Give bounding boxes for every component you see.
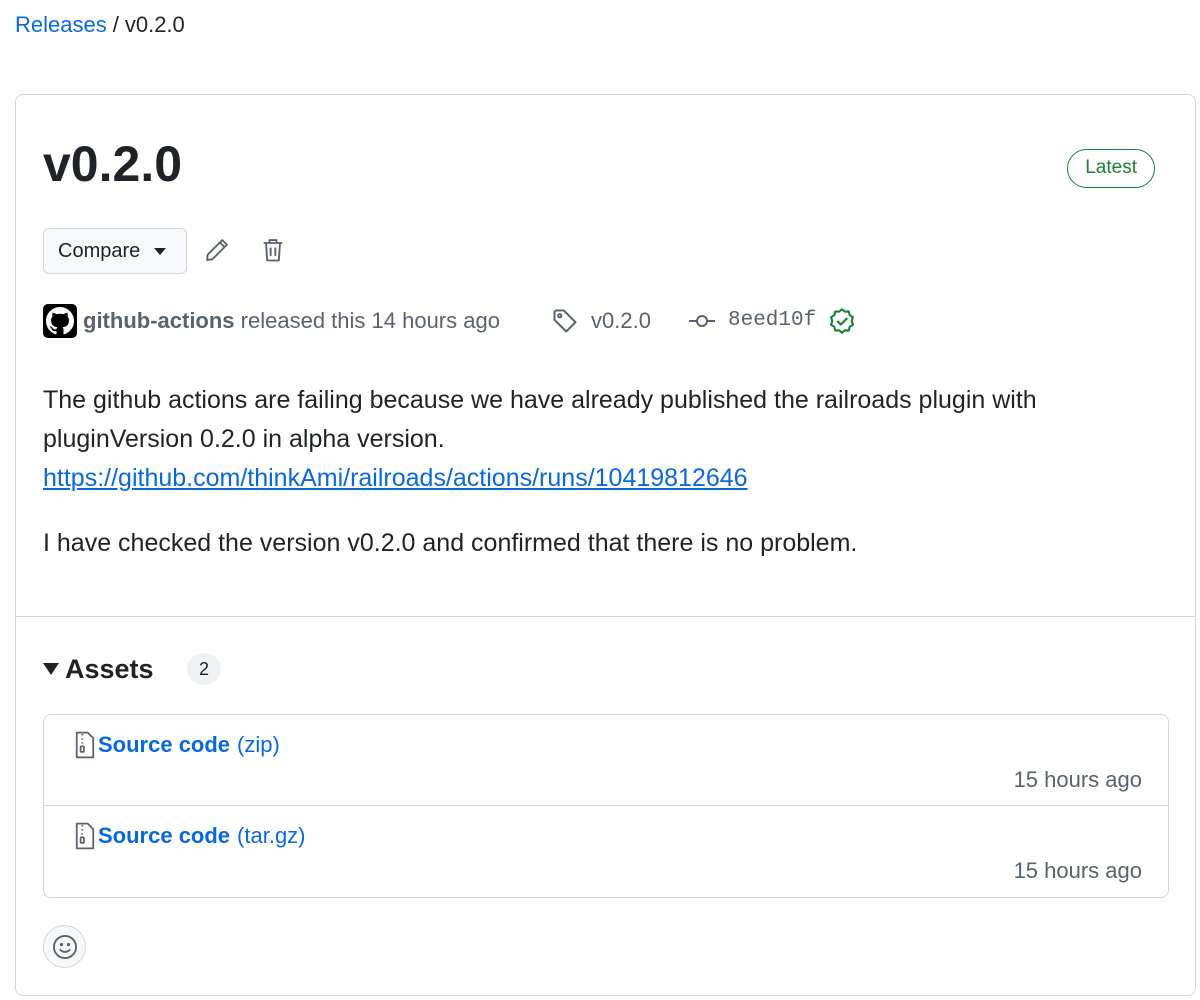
edit-button[interactable] (200, 233, 234, 267)
asset-row: Source code (tar.gz) 15 hours ago (44, 806, 1168, 897)
assets-heading: Assets (65, 653, 154, 684)
actions-run-link[interactable]: https://github.com/thinkAmi/railroads/ac… (43, 464, 748, 492)
release-card: v0.2.0 Latest Compare github-actions rel… (15, 94, 1196, 996)
file-zip-icon (75, 731, 95, 759)
breadcrumb-releases-link[interactable]: Releases (15, 12, 107, 37)
tag-label: v0.2.0 (591, 308, 651, 333)
commit-sha: 8eed10f (728, 309, 817, 332)
asset-ext: (zip) (237, 732, 280, 757)
trash-icon (263, 239, 283, 262)
asset-timestamp: 15 hours ago (1013, 858, 1142, 883)
author-link[interactable]: github-actions (83, 308, 235, 333)
compare-button[interactable]: Compare (43, 228, 187, 274)
release-author: github-actions released this 14 hours ag… (83, 306, 500, 336)
caret-down-icon (154, 247, 167, 255)
asset-timestamp: 15 hours ago (1013, 767, 1142, 792)
tag-icon (553, 309, 577, 333)
git-commit-icon (689, 315, 715, 327)
github-logo-icon (46, 307, 74, 335)
release-notes-text: The github actions are failing because w… (43, 386, 1037, 453)
release-notes-paragraph: The github actions are failing because w… (43, 381, 1163, 498)
file-zip-icon (75, 822, 95, 850)
breadcrumb-separator: / (112, 12, 119, 37)
triangle-down-icon (43, 663, 59, 675)
asset-download-link[interactable]: Source code (tar.gz) (74, 821, 306, 851)
release-meta: github-actions released this 14 hours ag… (43, 303, 1143, 339)
asset-row: Source code (zip) 15 hours ago (44, 715, 1168, 806)
assets-toggle[interactable]: Assets (43, 651, 154, 687)
avatar[interactable] (43, 304, 77, 338)
release-title[interactable]: v0.2.0 (43, 133, 182, 195)
asset-name: Source code (98, 823, 231, 848)
latest-badge: Latest (1067, 149, 1155, 188)
release-notes-paragraph-2: I have checked the version v0.2.0 and co… (43, 529, 858, 557)
release-notes: The github actions are failing because w… (43, 381, 1163, 589)
add-reaction-button[interactable] (43, 925, 86, 968)
section-divider (16, 616, 1195, 617)
commit-link[interactable]: 8eed10f (688, 306, 856, 336)
assets-count-badge: 2 (187, 653, 221, 685)
asset-name: Source code (98, 732, 231, 757)
asset-ext: (tar.gz) (237, 823, 306, 848)
delete-button[interactable] (256, 233, 290, 267)
tag-link[interactable]: v0.2.0 (551, 306, 651, 336)
smiley-icon (52, 934, 77, 959)
breadcrumb-current: v0.2.0 (124, 12, 185, 37)
asset-download-link[interactable]: Source code (zip) (74, 730, 280, 760)
breadcrumb: Releases / v0.2.0 (15, 10, 185, 40)
asset-list: Source code (zip) 15 hours ago Source co… (43, 714, 1169, 898)
compare-label: Compare (58, 239, 141, 262)
pencil-icon (206, 239, 228, 261)
verified-check-icon[interactable] (828, 307, 856, 335)
released-text: released this 14 hours ago (240, 308, 500, 333)
